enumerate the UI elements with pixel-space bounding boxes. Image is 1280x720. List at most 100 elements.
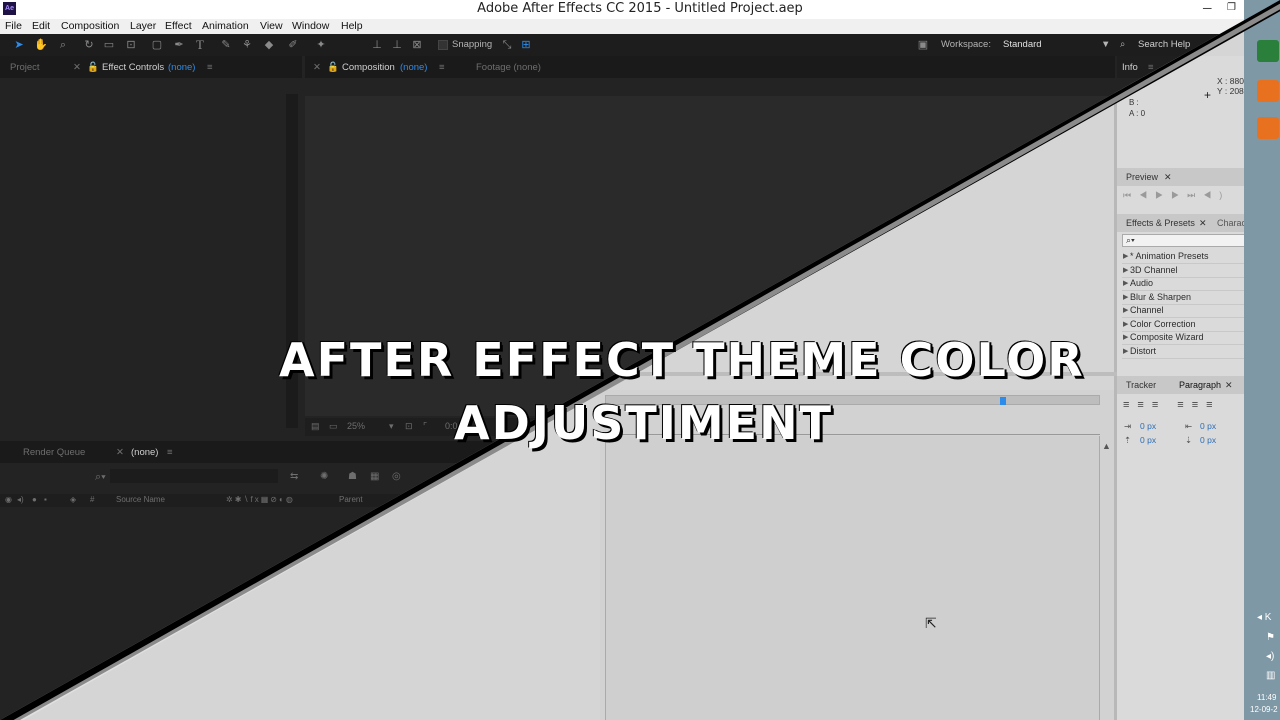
indent-right-value[interactable]: 0 px bbox=[1200, 421, 1216, 431]
solo-icon[interactable]: ● bbox=[32, 495, 37, 504]
indent-left-value[interactable]: 0 px bbox=[1140, 421, 1156, 431]
selection-tool-icon[interactable]: ➤ bbox=[12, 38, 26, 52]
effects-item-3d-channel[interactable]: ▶ 3D Channel bbox=[1122, 264, 1246, 278]
panel-menu-icon[interactable]: ≡ bbox=[207, 62, 213, 73]
expand-arrow-icon[interactable]: ▶ bbox=[1123, 320, 1128, 328]
taskbar-camera-icon[interactable] bbox=[1257, 117, 1279, 139]
axis-world-icon[interactable]: ⊥ bbox=[390, 38, 404, 52]
paragraph-align-icons[interactable]: ≡≡≡ ≡≡≡ bbox=[1123, 399, 1221, 411]
roto-brush-tool-icon[interactable]: ✐ bbox=[286, 38, 300, 52]
scroll-up-icon[interactable]: ▲ bbox=[1102, 441, 1111, 451]
axis-view-icon[interactable]: ⊠ bbox=[410, 38, 424, 52]
tab-composition[interactable]: Composition bbox=[342, 62, 395, 73]
lock-icon[interactable]: 🔓 bbox=[87, 62, 99, 73]
effects-item-distort[interactable]: ▶ Distort bbox=[1122, 345, 1246, 359]
menu-layer[interactable]: Layer bbox=[130, 20, 156, 32]
indent-left-icon[interactable]: ⇥ bbox=[1124, 421, 1131, 432]
time-marker[interactable] bbox=[1000, 397, 1006, 405]
taskbar-app-icon[interactable] bbox=[1257, 40, 1279, 62]
monitor-icon[interactable]: ▭ bbox=[329, 421, 338, 432]
expand-arrow-icon[interactable]: ▶ bbox=[1123, 266, 1128, 274]
lock-icon[interactable]: 🔓 bbox=[327, 62, 339, 73]
expand-arrow-icon[interactable]: ▶ bbox=[1123, 306, 1128, 314]
scrollbar[interactable] bbox=[286, 94, 298, 428]
eraser-tool-icon[interactable]: ◆ bbox=[262, 38, 276, 52]
expand-arrow-icon[interactable]: ▶ bbox=[1123, 279, 1128, 287]
label-icon[interactable]: ◈ bbox=[70, 495, 76, 504]
tab-effect-controls[interactable]: Effect Controls bbox=[102, 62, 164, 73]
current-time[interactable]: 0:0 bbox=[445, 421, 458, 431]
rotate-tool-icon[interactable]: ↻ bbox=[82, 38, 96, 52]
effects-item-channel[interactable]: ▶ Channel bbox=[1122, 304, 1246, 318]
workspace-chevron-down-icon[interactable]: ▼ bbox=[1101, 39, 1110, 50]
pen-tool-icon[interactable]: ✒ bbox=[172, 38, 186, 52]
parent-column[interactable]: Parent bbox=[339, 495, 363, 504]
source-name-column[interactable]: Source Name bbox=[116, 495, 165, 504]
zoom-tool-icon[interactable]: ⌕ bbox=[56, 38, 70, 52]
close-icon[interactable]: ✕ bbox=[73, 62, 81, 73]
taskbar-record-icon[interactable] bbox=[1257, 80, 1279, 102]
close-icon[interactable]: ✕ bbox=[116, 447, 124, 458]
expand-arrow-icon[interactable]: ▶ bbox=[1123, 347, 1128, 355]
space-after-value[interactable]: 0 px bbox=[1200, 435, 1216, 445]
tab-timeline-comp[interactable]: (none) bbox=[131, 447, 158, 458]
minimize-icon[interactable]: ─ bbox=[1203, 1, 1212, 15]
close-icon[interactable]: ✕ bbox=[1164, 172, 1172, 183]
panel-menu-icon[interactable]: ≡ bbox=[1148, 62, 1154, 73]
menu-effect[interactable]: Effect bbox=[165, 20, 192, 32]
hide-shy-layers-icon[interactable]: ☗ bbox=[348, 471, 357, 482]
tab-tracker[interactable]: Tracker bbox=[1126, 380, 1156, 390]
panel-divider[interactable] bbox=[1114, 0, 1117, 720]
menu-composition[interactable]: Composition bbox=[61, 20, 119, 32]
close-icon[interactable]: ✕ bbox=[1225, 380, 1233, 391]
effects-search-input[interactable]: ⌕▾ bbox=[1122, 234, 1245, 247]
rectangle-tool-icon[interactable]: ▢ bbox=[150, 38, 164, 52]
audio-icon[interactable]: ◂) bbox=[17, 495, 24, 504]
timeline-track-area[interactable] bbox=[605, 436, 1100, 720]
effects-item-composite-wizard[interactable]: ▶ Composite Wizard bbox=[1122, 331, 1246, 345]
menu-edit[interactable]: Edit bbox=[32, 20, 50, 32]
camera-tool-icon[interactable]: ▭ bbox=[102, 38, 116, 52]
flag-icon[interactable]: ⚑ bbox=[1266, 632, 1275, 643]
draft-3d-icon[interactable]: ✺ bbox=[320, 471, 328, 482]
axis-local-icon[interactable]: ⊥ bbox=[370, 38, 384, 52]
clone-stamp-tool-icon[interactable]: ⚘ bbox=[240, 38, 254, 52]
panel-menu-icon[interactable]: ≡ bbox=[439, 62, 445, 73]
frame-blending-icon[interactable]: ▦ bbox=[370, 471, 379, 482]
work-area-bar[interactable] bbox=[605, 395, 1100, 405]
expand-arrow-icon[interactable]: ▶ bbox=[1123, 333, 1128, 341]
workspace-icon[interactable]: ▣ bbox=[914, 38, 932, 52]
menu-view[interactable]: View bbox=[260, 20, 283, 32]
tab-info[interactable]: Info bbox=[1122, 62, 1138, 73]
panel-menu-icon[interactable]: ≡ bbox=[167, 447, 173, 458]
effects-item-color-correction[interactable]: ▶ Color Correction bbox=[1122, 318, 1246, 332]
tab-preview[interactable]: Preview bbox=[1126, 172, 1158, 182]
menu-animation[interactable]: Animation bbox=[202, 20, 249, 32]
tab-effects-presets[interactable]: Effects & Presets bbox=[1126, 218, 1195, 228]
keyboard-icon[interactable]: ◂ K bbox=[1257, 612, 1271, 623]
brush-tool-icon[interactable]: ✎ bbox=[219, 38, 233, 52]
effects-item-animation-presets[interactable]: ▶ * Animation Presets bbox=[1122, 250, 1246, 264]
menu-help[interactable]: Help bbox=[341, 20, 363, 32]
tab-footage[interactable]: Footage (none) bbox=[476, 62, 541, 73]
search-icon[interactable]: ⌕ bbox=[1120, 39, 1125, 50]
space-after-icon[interactable]: ⇣ bbox=[1185, 435, 1192, 446]
snap-options-icon[interactable]: ⤡ bbox=[500, 38, 514, 52]
snapping-checkbox[interactable] bbox=[438, 40, 448, 50]
search-help-input[interactable]: Search Help bbox=[1138, 39, 1190, 50]
comp-mini-flowchart-icon[interactable]: ⇆ bbox=[290, 471, 298, 482]
expand-arrow-icon[interactable]: ▶ bbox=[1123, 293, 1128, 301]
lock-column-icon[interactable]: ▪ bbox=[44, 495, 47, 504]
puppet-pin-tool-icon[interactable]: ✦ bbox=[314, 38, 328, 52]
fit-icon[interactable]: ⊡ bbox=[405, 421, 413, 432]
motion-blur-icon[interactable]: ◎ bbox=[392, 471, 401, 482]
menu-file[interactable]: File bbox=[5, 20, 22, 32]
close-icon[interactable]: ✕ bbox=[313, 62, 321, 73]
space-before-value[interactable]: 0 px bbox=[1140, 435, 1156, 445]
expand-arrow-icon[interactable]: ▶ bbox=[1123, 252, 1128, 260]
hand-tool-icon[interactable]: ✋ bbox=[34, 38, 48, 52]
eye-icon[interactable]: ◉ bbox=[5, 495, 12, 504]
network-icon[interactable]: ▥ bbox=[1266, 670, 1275, 681]
effects-item-blur-sharpen[interactable]: ▶ Blur & Sharpen bbox=[1122, 291, 1246, 305]
tab-render-queue[interactable]: Render Queue bbox=[23, 447, 85, 458]
